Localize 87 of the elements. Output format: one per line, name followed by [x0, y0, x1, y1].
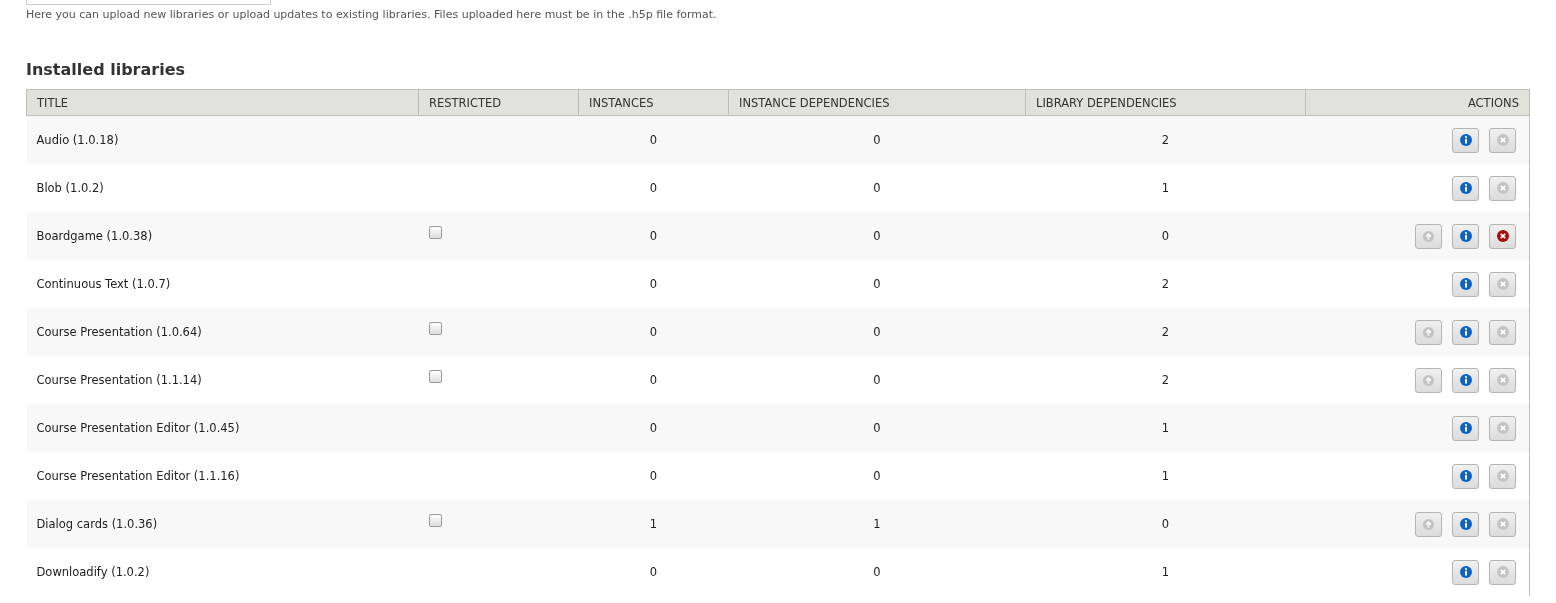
library-dependencies-cell: 1 [1025, 164, 1306, 212]
info-button[interactable] [1452, 223, 1479, 249]
column-header: TITLE [26, 89, 419, 116]
column-header: ACTIONS [1305, 89, 1530, 116]
info-icon [1459, 566, 1472, 578]
restricted-checkbox[interactable] [428, 322, 442, 335]
delete-icon [1496, 566, 1509, 578]
library-dependencies-cell: 2 [1025, 308, 1306, 356]
delete-icon [1496, 518, 1509, 530]
info-icon [1459, 230, 1472, 242]
instances-cell: 0 [578, 115, 729, 164]
info-button[interactable] [1452, 559, 1479, 585]
instance-dependencies-cell: 0 [728, 260, 1026, 308]
restricted-checkbox[interactable] [428, 226, 442, 239]
upgrade-button[interactable] [1415, 511, 1442, 537]
info-icon [1459, 278, 1472, 290]
info-button[interactable] [1452, 175, 1479, 201]
library-title-cell: Continuous Text (1.0.7) [26, 260, 419, 308]
up-arrow-icon [1423, 374, 1434, 386]
instance-dependencies-cell: 0 [728, 164, 1026, 212]
info-icon [1459, 182, 1472, 194]
info-button[interactable] [1452, 271, 1479, 297]
info-button[interactable] [1452, 463, 1479, 489]
instances-cell: 0 [578, 404, 729, 452]
info-button[interactable] [1452, 415, 1479, 441]
delete-icon [1496, 374, 1509, 386]
info-icon [1459, 422, 1472, 434]
library-title-cell: Course Presentation (1.1.14) [26, 356, 419, 404]
delete-icon [1496, 422, 1509, 434]
instance-dependencies-cell: 0 [728, 115, 1026, 164]
instance-dependencies-cell: 0 [728, 404, 1026, 452]
instances-cell: 0 [578, 212, 729, 260]
restricted-checkbox[interactable] [428, 370, 442, 383]
instance-dependencies-cell: 0 [728, 212, 1026, 260]
info-icon [1459, 134, 1472, 146]
up-arrow-icon [1423, 326, 1434, 338]
delete-button[interactable] [1489, 223, 1516, 249]
instance-dependencies-cell: 0 [728, 452, 1026, 500]
column-header: INSTANCES [578, 89, 729, 116]
up-arrow-icon [1423, 518, 1434, 530]
library-dependencies-cell: 1 [1025, 452, 1306, 500]
upgrade-button[interactable] [1415, 319, 1442, 345]
info-button[interactable] [1452, 511, 1479, 537]
restricted-checkbox[interactable] [428, 514, 442, 527]
instance-dependencies-cell: 1 [728, 500, 1026, 548]
instances-cell: 0 [578, 260, 729, 308]
library-dependencies-cell: 1 [1025, 404, 1306, 452]
info-icon [1459, 374, 1472, 386]
instances-cell: 0 [578, 452, 729, 500]
library-title-cell: Blob (1.0.2) [26, 164, 419, 212]
library-dependencies-cell: 2 [1025, 356, 1306, 404]
section-heading: Installed libraries [26, 60, 186, 80]
column-header: INSTANCE DEPENDENCIES [728, 89, 1026, 116]
library-dependencies-cell: 0 [1025, 212, 1306, 260]
library-title-cell: Dialog cards (1.0.36) [26, 500, 419, 548]
upload-description: Here you can upload new libraries or upload updates to existing libraries. Files uploaded here must be in the .h5p file format. [26, 7, 718, 22]
delete-icon [1496, 134, 1509, 146]
up-arrow-icon [1423, 230, 1434, 242]
library-title-cell: Course Presentation Editor (1.0.45) [26, 404, 419, 452]
column-header: LIBRARY DEPENDENCIES [1025, 89, 1306, 116]
delete-icon [1496, 230, 1509, 242]
info-button[interactable] [1452, 367, 1479, 393]
delete-icon [1496, 470, 1509, 482]
library-title-cell: Boardgame (1.0.38) [26, 212, 419, 260]
instances-cell: 0 [578, 308, 729, 356]
delete-icon [1496, 326, 1509, 338]
info-icon [1459, 518, 1472, 530]
library-dependencies-cell: 0 [1025, 500, 1306, 548]
column-header: RESTRICTED [418, 89, 579, 116]
info-button[interactable] [1452, 319, 1479, 345]
instance-dependencies-cell: 0 [728, 356, 1026, 404]
library-dependencies-cell: 2 [1025, 260, 1306, 308]
instances-cell: 0 [578, 356, 729, 404]
instances-cell: 0 [578, 164, 729, 212]
info-icon [1459, 326, 1472, 338]
library-title-cell: Course Presentation (1.0.64) [26, 308, 419, 356]
upgrade-button[interactable] [1415, 223, 1442, 249]
delete-icon [1496, 278, 1509, 290]
info-button[interactable] [1452, 127, 1479, 153]
delete-icon [1496, 182, 1509, 194]
library-title-cell: Course Presentation Editor (1.1.16) [26, 452, 419, 500]
instances-cell: 1 [578, 500, 729, 548]
library-title-cell: Audio (1.0.18) [26, 115, 419, 164]
info-icon [1459, 470, 1472, 482]
instance-dependencies-cell: 0 [728, 308, 1026, 356]
upgrade-button[interactable] [1415, 367, 1442, 393]
library-dependencies-cell: 2 [1025, 115, 1306, 164]
